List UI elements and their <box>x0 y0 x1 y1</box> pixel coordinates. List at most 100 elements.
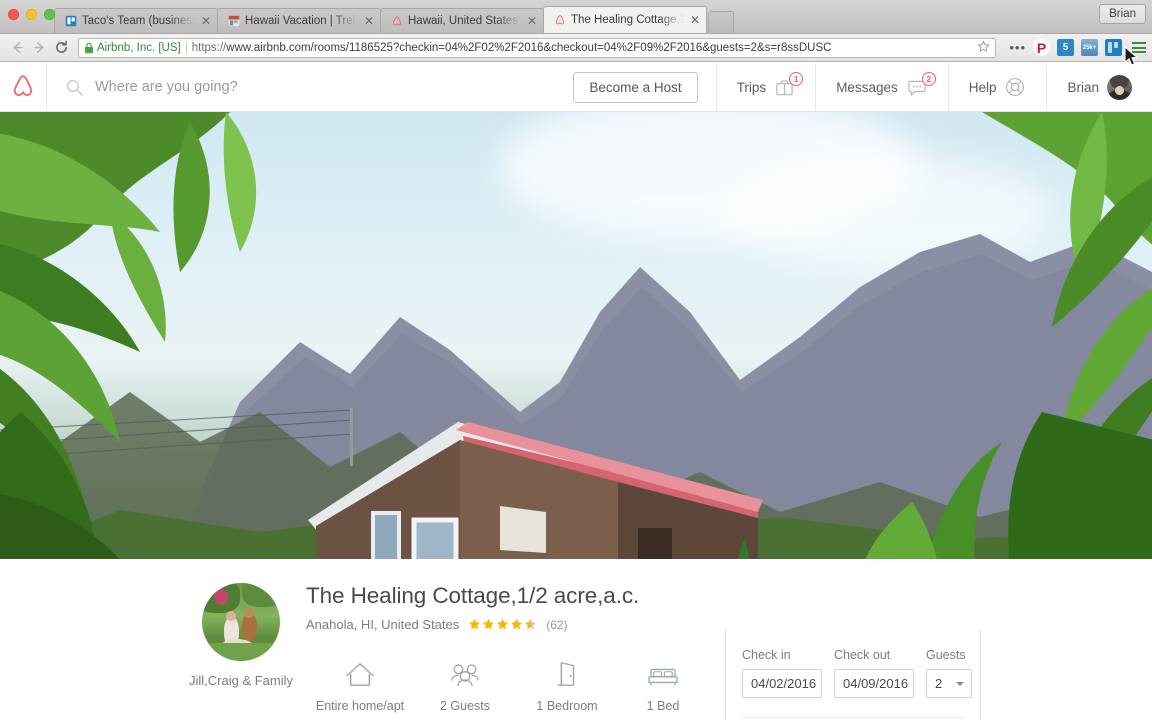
listing-title: The Healing Cottage,1/2 acre,a.c. <box>306 583 640 608</box>
nav-become-a-host[interactable]: Become a Host <box>555 63 715 111</box>
search-icon <box>66 79 83 96</box>
close-tab-button[interactable]: ✕ <box>690 14 700 26</box>
guests-select[interactable]: 2 <box>926 669 972 698</box>
messages-badge: 2 <box>921 71 936 86</box>
checkout-label: Check out <box>834 648 891 662</box>
evernote-extension-icon[interactable]: 5 <box>1057 39 1074 56</box>
listing-subheader: Anahola, HI, United States (62) <box>306 617 725 632</box>
feedly-extension-icon[interactable]: 25k+ <box>1081 39 1098 56</box>
guests-label: Guests <box>926 648 966 662</box>
lock-icon <box>85 42 93 53</box>
pinterest-extension-icon[interactable]: P <box>1033 39 1050 56</box>
bookmark-star-icon[interactable] <box>977 39 990 56</box>
rating-stars <box>468 618 537 631</box>
forward-button[interactable] <box>28 37 50 59</box>
minimize-window-button[interactable] <box>26 9 37 20</box>
browser-tab-3[interactable]: Hawaii, United States - Air ✕ <box>380 8 544 33</box>
url-text: https://www.airbnb.com/rooms/1186525?che… <box>192 42 973 54</box>
tab-title: Hawaii Vacation | Trello <box>245 15 358 27</box>
airbnb-logo-icon <box>13 75 33 96</box>
amenity-icon-wrap <box>449 658 481 688</box>
house-icon <box>346 663 374 686</box>
tab-title: The Healing Cottage,1/2 ac <box>571 14 684 26</box>
amenity-label: 2 Guests <box>439 699 491 713</box>
new-tab-button[interactable] <box>708 11 734 33</box>
airbnb-page: Where are you going? Become a Host Trips… <box>0 63 1152 720</box>
checkout-input[interactable]: 04/09/2016 <box>834 669 914 698</box>
checkin-field-group: Check in 04/02/2016 <box>742 648 822 698</box>
amenity-label: 1 Bed <box>646 699 680 713</box>
foliage-left <box>0 112 257 559</box>
browser-tab-2[interactable]: Hawaii Vacation | Trello ✕ <box>217 8 381 33</box>
back-button[interactable] <box>6 37 28 59</box>
lifesaver-icon <box>1006 77 1025 97</box>
airbnb-icon <box>392 16 402 26</box>
tab-strip: Taco's Team (businessclas ✕ Hawaii Vacat… <box>0 0 1152 34</box>
trips-badge: 1 <box>789 71 804 86</box>
browser-profile-button[interactable]: Brian <box>1099 4 1146 24</box>
site-navbar: Where are you going? Become a Host Trips… <box>0 63 1152 112</box>
nav-trips[interactable]: Trips 1 <box>715 63 816 111</box>
address-bar[interactable]: Airbnb, Inc. [US] https://www.airbnb.com… <box>78 37 997 58</box>
nav-help[interactable]: Help <box>947 63 1047 111</box>
overflow-menu-icon[interactable]: ••• <box>1009 41 1026 54</box>
amenity-icon-wrap <box>646 658 680 688</box>
amenity-guests: 2 Guests <box>414 658 516 713</box>
host-block[interactable]: Jill,Craig & Family <box>178 583 304 713</box>
star-full-icon <box>483 618 495 630</box>
star-full-icon <box>511 618 523 630</box>
airbnb-icon <box>555 15 565 25</box>
tab-list: Taco's Team (businessclas ✕ Hawaii Vacat… <box>54 0 734 33</box>
amenity-home-type: Entire home/apt <box>306 658 414 713</box>
mouse-cursor <box>1124 46 1138 66</box>
amenity-beds: 1 Bed <box>618 658 708 713</box>
close-tab-button[interactable]: ✕ <box>364 15 374 27</box>
checkin-label: Check in <box>742 648 791 662</box>
airbnb-logo-button[interactable] <box>0 63 47 111</box>
amenity-icon-wrap <box>552 658 582 688</box>
guests-value: 2 <box>935 676 943 691</box>
browser-window: Taco's Team (businessclas ✕ Hawaii Vacat… <box>0 0 1152 720</box>
trello-extension-icon[interactable] <box>1105 39 1122 56</box>
maximize-window-button[interactable] <box>44 9 55 20</box>
bed-icon <box>648 668 678 686</box>
star-full-icon <box>497 618 509 630</box>
browser-toolbar: Airbnb, Inc. [US] https://www.airbnb.com… <box>0 34 1152 62</box>
url-host-path: www.airbnb.com/rooms/1186525?checkin=04%… <box>226 41 832 54</box>
chevron-down-icon <box>956 681 964 686</box>
nav-user-menu[interactable]: Brian <box>1046 63 1152 111</box>
guests-field-group: Guests 2 <box>926 648 972 698</box>
amenity-label: 1 Bedroom <box>536 699 598 713</box>
listing-summary: Jill,Craig & Family The Healing Cottage,… <box>0 583 725 713</box>
search-bar[interactable]: Where are you going? <box>47 63 555 111</box>
listing-location: Anahola, HI, United States <box>306 617 460 632</box>
host-avatar <box>202 583 280 661</box>
close-tab-button[interactable]: ✕ <box>527 15 537 27</box>
close-window-button[interactable] <box>8 9 19 20</box>
url-scheme: https:// <box>191 41 227 54</box>
tab-title: Hawaii, United States - Air <box>408 15 521 27</box>
user-avatar <box>1107 74 1132 100</box>
window-right-controls: Brian <box>1099 4 1146 24</box>
nav-user-label: Brian <box>1067 79 1099 95</box>
trips-icon-wrap: 1 <box>774 71 804 98</box>
close-tab-button[interactable]: ✕ <box>201 15 211 27</box>
door-icon <box>557 662 575 686</box>
trello-icon <box>65 15 77 27</box>
browser-tab-4-active[interactable]: The Healing Cottage,1/2 ac ✕ <box>543 6 707 33</box>
reload-button[interactable] <box>50 37 72 59</box>
host-name: Jill,Craig & Family <box>188 673 293 688</box>
booking-fields: Check in 04/02/2016 Check out 04/09/2016… <box>742 648 972 698</box>
palm-fronds <box>738 537 750 559</box>
browser-tab-1[interactable]: Taco's Team (businessclas ✕ <box>54 8 218 33</box>
become-a-host-button[interactable]: Become a Host <box>573 71 698 103</box>
guests-icon <box>451 664 479 687</box>
forward-arrow-icon <box>34 42 44 53</box>
booking-panel: Check in 04/02/2016 Check out 04/09/2016… <box>725 629 981 720</box>
checkin-input[interactable]: 04/02/2016 <box>742 669 822 698</box>
window-controls <box>8 9 55 20</box>
nav-messages[interactable]: Messages 2 <box>815 63 948 111</box>
trello-board-icon <box>228 15 240 27</box>
search-input[interactable]: Where are you going? <box>95 79 238 95</box>
site-security-chip[interactable]: Airbnb, Inc. [US] <box>84 41 187 54</box>
